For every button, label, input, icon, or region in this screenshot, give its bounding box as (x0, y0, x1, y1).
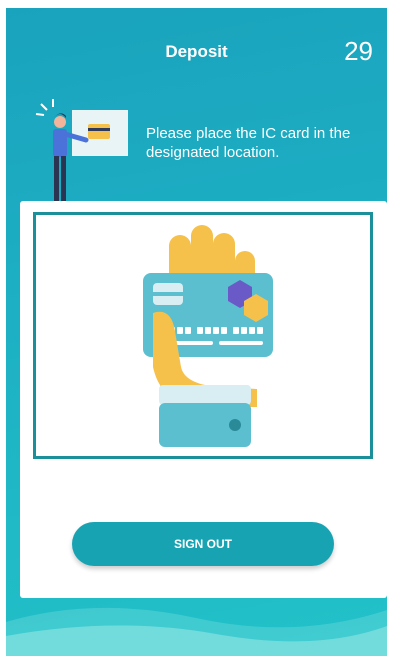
instruction-text: Please place the IC card in the designat… (146, 125, 351, 161)
deposit-screen: Deposit 29 Please place the IC card in t… (6, 8, 387, 656)
countdown-timer: 29 (344, 36, 373, 66)
hand-holding-card-icon (143, 225, 273, 447)
sign-out-button[interactable]: SIGN OUT (72, 522, 334, 566)
card-location-frame (33, 212, 373, 459)
presenter-illustration (35, 99, 128, 204)
page-title: Deposit (165, 42, 228, 61)
card-panel: SIGN OUT (20, 201, 387, 598)
decorative-waves (6, 607, 387, 656)
